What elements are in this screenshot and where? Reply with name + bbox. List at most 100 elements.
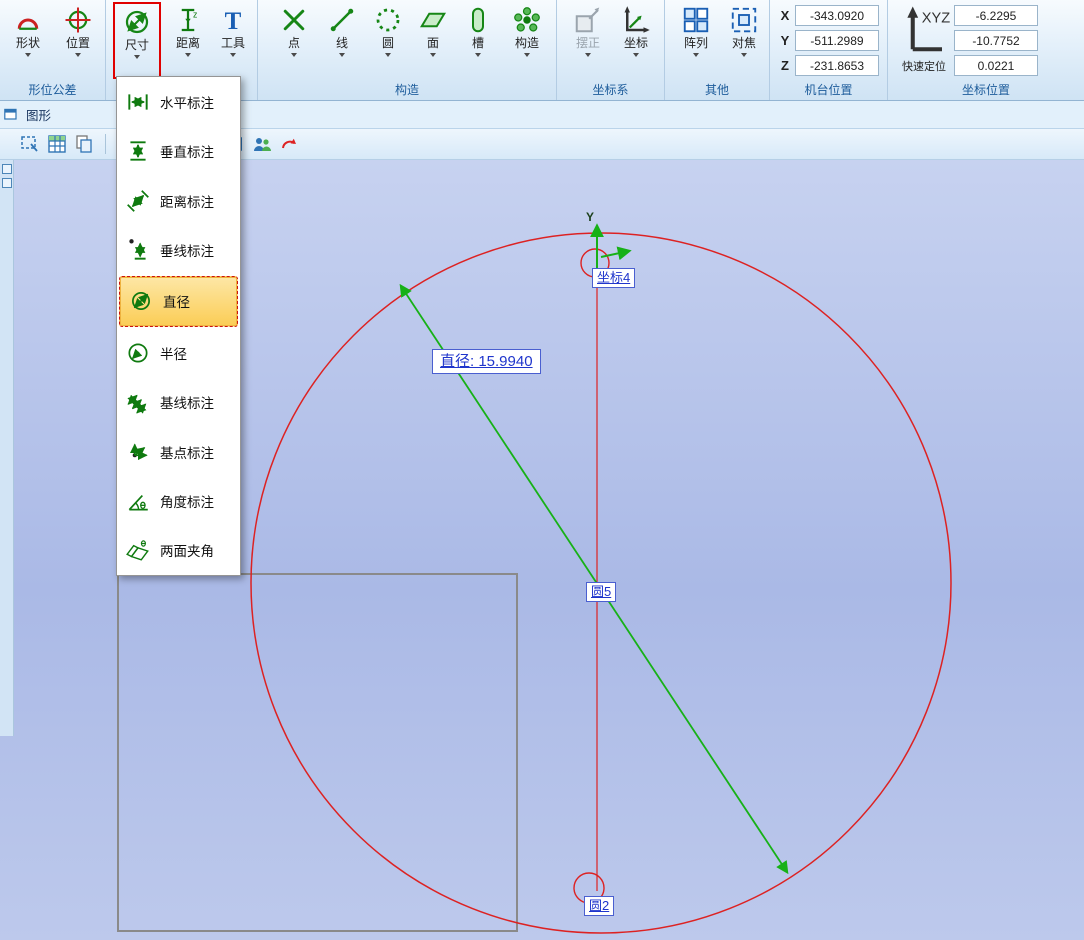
graphics-window-icon (4, 107, 20, 123)
feature-label-circle5[interactable]: 圆5 (586, 582, 616, 602)
circle-button[interactable]: 圆 (366, 2, 410, 79)
dropdown-caret-icon (693, 53, 699, 57)
construct-label: 构造 (515, 36, 539, 50)
plane-parallelogram-icon (418, 5, 448, 35)
construction-rectangle[interactable] (118, 574, 517, 931)
group-form-tolerance: 形状 位置 形位公差 (0, 0, 106, 100)
menu-item-two-plane-angle[interactable]: 两面夹角 (117, 526, 240, 575)
select-region-icon[interactable] (20, 134, 40, 154)
feature-label-circle2[interactable]: 圆2 (584, 896, 614, 916)
construct-button[interactable]: 构造 (504, 2, 550, 79)
slot-label: 槽 (472, 36, 484, 50)
focus-bracket-icon (729, 5, 759, 35)
coordpos-value-3: 0.0221 (954, 55, 1038, 76)
dropdown-caret-icon (230, 53, 236, 57)
app-window: 形状 位置 形位公差 尺寸 (0, 0, 1084, 940)
array-label: 阵列 (684, 36, 708, 50)
position-tolerance-button[interactable]: 位置 (55, 2, 101, 79)
machine-y-value: -511.2989 (795, 30, 879, 51)
users-icon[interactable] (252, 134, 272, 154)
angle-dim-icon (125, 488, 151, 514)
point-button[interactable]: 点 (272, 2, 316, 79)
coordinate-button[interactable]: 坐标 (613, 2, 659, 79)
svg-text:T: T (225, 8, 242, 35)
dropdown-caret-icon (524, 53, 530, 57)
dropdown-caret-icon (75, 53, 81, 57)
distance-dim-icon (125, 188, 151, 214)
construct-cluster-icon (512, 5, 542, 35)
menu-item-angle-dim[interactable]: 角度标注 (117, 476, 240, 525)
vertical-dim-icon (125, 138, 151, 164)
machine-x-value: -343.0920 (795, 5, 879, 26)
menu-item-label: 角度标注 (160, 491, 214, 511)
array-grid-icon (681, 5, 711, 35)
machine-x-row: X -343.0920 (778, 5, 879, 26)
distance-button[interactable]: z 距离 (165, 2, 211, 79)
radius-icon (125, 340, 151, 366)
group-label: 其他 (665, 81, 769, 98)
feature-label-diameter[interactable]: 直径: 15.9940 (432, 349, 541, 374)
array-button[interactable]: 阵列 (673, 2, 719, 79)
tool-button[interactable]: T 工具 (211, 2, 255, 79)
svg-text:z: z (193, 10, 197, 20)
quick-locate-axes-icon: XYZ (897, 2, 951, 56)
machine-z-row: Z -231.8653 (778, 55, 879, 76)
point-x-icon (279, 5, 309, 35)
shape-arc-icon (13, 5, 43, 35)
tab-graphics[interactable]: 图形 (26, 105, 51, 124)
quick-locate-button[interactable]: XYZ 快速定位 (894, 2, 954, 74)
circle-label: 圆 (382, 36, 394, 50)
distance-label: 距离 (176, 36, 200, 50)
axis-x-label: X (778, 8, 792, 23)
dropdown-caret-icon (385, 53, 391, 57)
copy-view-icon[interactable] (74, 134, 94, 154)
dropdown-caret-icon (475, 53, 481, 57)
menu-item-radius[interactable]: 半径 (117, 328, 240, 377)
group-construct: 点 线 圆 面 (258, 0, 557, 100)
menu-item-baseline-dim[interactable]: 基线标注 (117, 377, 240, 426)
menu-item-perpendicular-dim[interactable]: 垂线标注 (117, 225, 240, 274)
dropdown-caret-icon (339, 53, 345, 57)
perpendicular-dim-icon (125, 237, 151, 263)
menu-item-vertical-dim[interactable]: 垂直标注 (117, 126, 240, 175)
shape-label: 形状 (16, 36, 40, 50)
group-other: 阵列 对焦 其他 (665, 0, 770, 100)
redo-arrow-icon[interactable] (279, 134, 299, 154)
feature-label-coord4[interactable]: 坐标4 (592, 268, 635, 288)
menu-item-distance-dim[interactable]: 距离标注 (117, 176, 240, 225)
dimension-button[interactable]: 尺寸 (113, 2, 161, 79)
slot-button[interactable]: 槽 (456, 2, 500, 79)
coordinate-label: 坐标 (624, 36, 648, 50)
menu-item-label: 两面夹角 (160, 540, 214, 560)
slot-stadium-icon (463, 5, 493, 35)
menu-item-diameter[interactable]: 直径 (119, 276, 238, 327)
dropdown-caret-icon (430, 53, 436, 57)
basepoint-dim-icon (125, 439, 151, 465)
coordpos-value-1: -6.2295 (954, 5, 1038, 26)
tool-letter-t-icon: T (218, 5, 248, 35)
diameter-icon (128, 288, 154, 314)
menu-item-horizontal-dim[interactable]: 水平标注 (117, 77, 240, 126)
machine-z-value: -231.8653 (795, 55, 879, 76)
menu-item-label: 水平标注 (160, 92, 214, 112)
group-coordsys: 摆正 坐标 坐标系 (557, 0, 665, 100)
group-label: 坐标位置 (888, 81, 1084, 98)
line-button[interactable]: 线 (320, 2, 364, 79)
dropdown-caret-icon (25, 53, 31, 57)
menu-item-label: 距离标注 (160, 191, 214, 211)
focus-button[interactable]: 对焦 (721, 2, 767, 79)
plane-button[interactable]: 面 (411, 2, 455, 79)
axis-y-label: Y (778, 33, 792, 48)
group-coord-position: XYZ 快速定位 -6.2295 -10.7752 0.0221 坐标位置 (888, 0, 1084, 100)
dimension-dropdown-menu: 水平标注 垂直标注 距离标注 垂线 (116, 76, 241, 576)
tool-label: 工具 (221, 36, 245, 50)
dimension-label: 尺寸 (125, 38, 149, 52)
menu-item-basepoint-dim[interactable]: 基点标注 (117, 427, 240, 476)
axis-z-label: Z (778, 58, 792, 73)
group-machine-position: X -343.0920 Y -511.2989 Z -231.8653 机台位置 (770, 0, 888, 100)
diameter-dimension-icon (122, 7, 152, 37)
machine-y-row: Y -511.2989 (778, 30, 879, 51)
align-button[interactable]: 摆正 (565, 2, 611, 79)
grid-view-icon[interactable] (47, 134, 67, 154)
shape-tolerance-button[interactable]: 形状 (5, 2, 51, 79)
